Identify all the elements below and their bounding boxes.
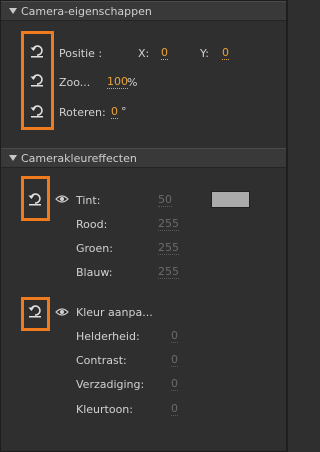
- y-value-field[interactable]: 0: [222, 47, 229, 60]
- red-label: Rood:: [76, 218, 108, 231]
- tint-label: Tint:: [76, 194, 101, 207]
- zoom-label: Zoo...: [59, 76, 91, 89]
- saturation-label: Verzadiging:: [76, 378, 145, 391]
- brightness-value-field[interactable]: 0: [171, 330, 178, 343]
- brightness-label: Helderheid:: [76, 330, 140, 343]
- green-value-field[interactable]: 255: [158, 242, 179, 255]
- properties-panel: Camera-eigenschappen Positie : X: 0 Y: 0…: [0, 0, 288, 452]
- position-label: Positie :: [59, 47, 103, 60]
- rotate-label: Roteren:: [59, 106, 106, 119]
- collapse-triangle-icon[interactable]: [9, 155, 17, 161]
- reset-icon[interactable]: [29, 103, 45, 119]
- reset-icon[interactable]: [27, 191, 43, 207]
- green-label: Groen:: [76, 242, 113, 255]
- tint-value-field[interactable]: 50: [158, 194, 172, 207]
- x-label: X:: [138, 47, 150, 60]
- contrast-label: Contrast:: [76, 354, 127, 367]
- camera-properties-header[interactable]: Camera-eigenschappen: [1, 1, 286, 21]
- rotate-unit: °: [121, 105, 127, 118]
- tint-color-swatch[interactable]: [211, 191, 250, 208]
- blue-value-field[interactable]: 255: [158, 266, 179, 279]
- collapse-triangle-icon[interactable]: [9, 8, 17, 14]
- eye-icon[interactable]: [55, 307, 69, 317]
- saturation-value-field[interactable]: 0: [171, 378, 178, 391]
- reset-icon[interactable]: [29, 72, 45, 88]
- red-value-field[interactable]: 255: [158, 218, 179, 231]
- hue-label: Kleurtoon:: [76, 403, 133, 416]
- eye-icon[interactable]: [55, 194, 69, 204]
- camera-properties-title: Camera-eigenschappen: [21, 4, 152, 18]
- blue-label: Blauw:: [76, 266, 113, 279]
- contrast-value-field[interactable]: 0: [171, 354, 178, 367]
- camera-color-effects-title: Camerakleureffecten: [21, 151, 137, 165]
- adjust-color-label: Kleur aanpa...: [76, 306, 153, 319]
- zoom-unit: %: [127, 76, 138, 89]
- camera-color-effects-header[interactable]: Camerakleureffecten: [1, 148, 286, 168]
- hue-value-field[interactable]: 0: [171, 403, 178, 416]
- reset-icon[interactable]: [29, 43, 45, 59]
- reset-icon[interactable]: [27, 303, 43, 319]
- zoom-value-field[interactable]: 100: [107, 76, 128, 89]
- y-label: Y:: [200, 47, 209, 60]
- rotate-value-field[interactable]: 0: [111, 106, 118, 119]
- x-value-field[interactable]: 0: [161, 47, 168, 60]
